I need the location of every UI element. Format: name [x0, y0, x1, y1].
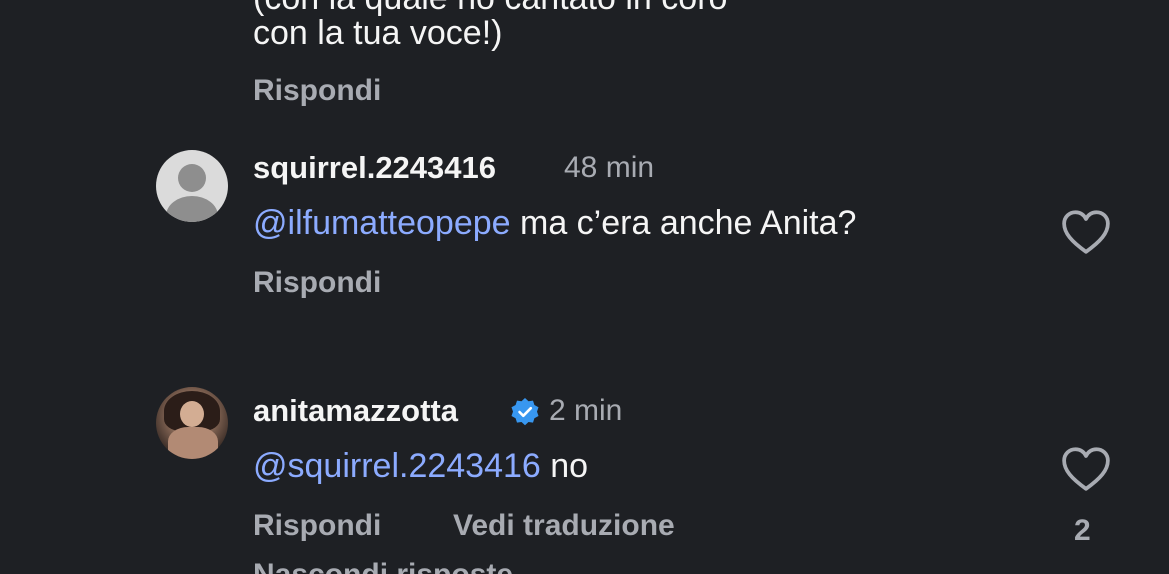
username-squirrel[interactable]: squirrel.2243416 — [253, 150, 496, 186]
previous-comment-text-line2: con la tua voce!) — [253, 14, 503, 52]
comment-body: ma c’era anche Anita? — [510, 204, 857, 242]
avatar-face — [180, 401, 204, 427]
reply-button[interactable]: Rispondi — [253, 266, 381, 300]
comment-text: @ilfumatteopepe ma c’era anche Anita? — [253, 203, 856, 243]
heart-outline-icon[interactable] — [1061, 446, 1111, 492]
see-translation-button[interactable]: Vedi traduzione — [453, 509, 675, 543]
username-anita[interactable]: anitamazzotta — [253, 393, 458, 429]
comment-time: 48 min — [564, 151, 655, 184]
avatar-shoulders — [166, 196, 218, 222]
comment-body: no — [540, 447, 589, 485]
comments-screen: (con la quale ho cantato in coro con la … — [0, 0, 1169, 574]
hide-replies-button[interactable]: Nascondi risposte — [253, 558, 513, 574]
mention-link[interactable]: @squirrel.2243416 — [253, 447, 541, 485]
heart-outline-icon[interactable] — [1061, 209, 1111, 255]
comment-text: @squirrel.2243416 no — [253, 446, 588, 486]
avatar-body — [168, 427, 218, 459]
mention-link[interactable]: @ilfumatteopepe — [253, 204, 511, 242]
profile-avatar[interactable] — [156, 387, 228, 459]
default-avatar-icon[interactable] — [156, 150, 228, 222]
comment-time: 2 min — [549, 394, 623, 427]
verified-badge-icon — [511, 398, 539, 426]
reply-button[interactable]: Rispondi — [253, 509, 381, 543]
avatar-head — [178, 164, 206, 192]
like-count: 2 — [1074, 514, 1091, 547]
previous-reply-button[interactable]: Rispondi — [253, 74, 381, 108]
